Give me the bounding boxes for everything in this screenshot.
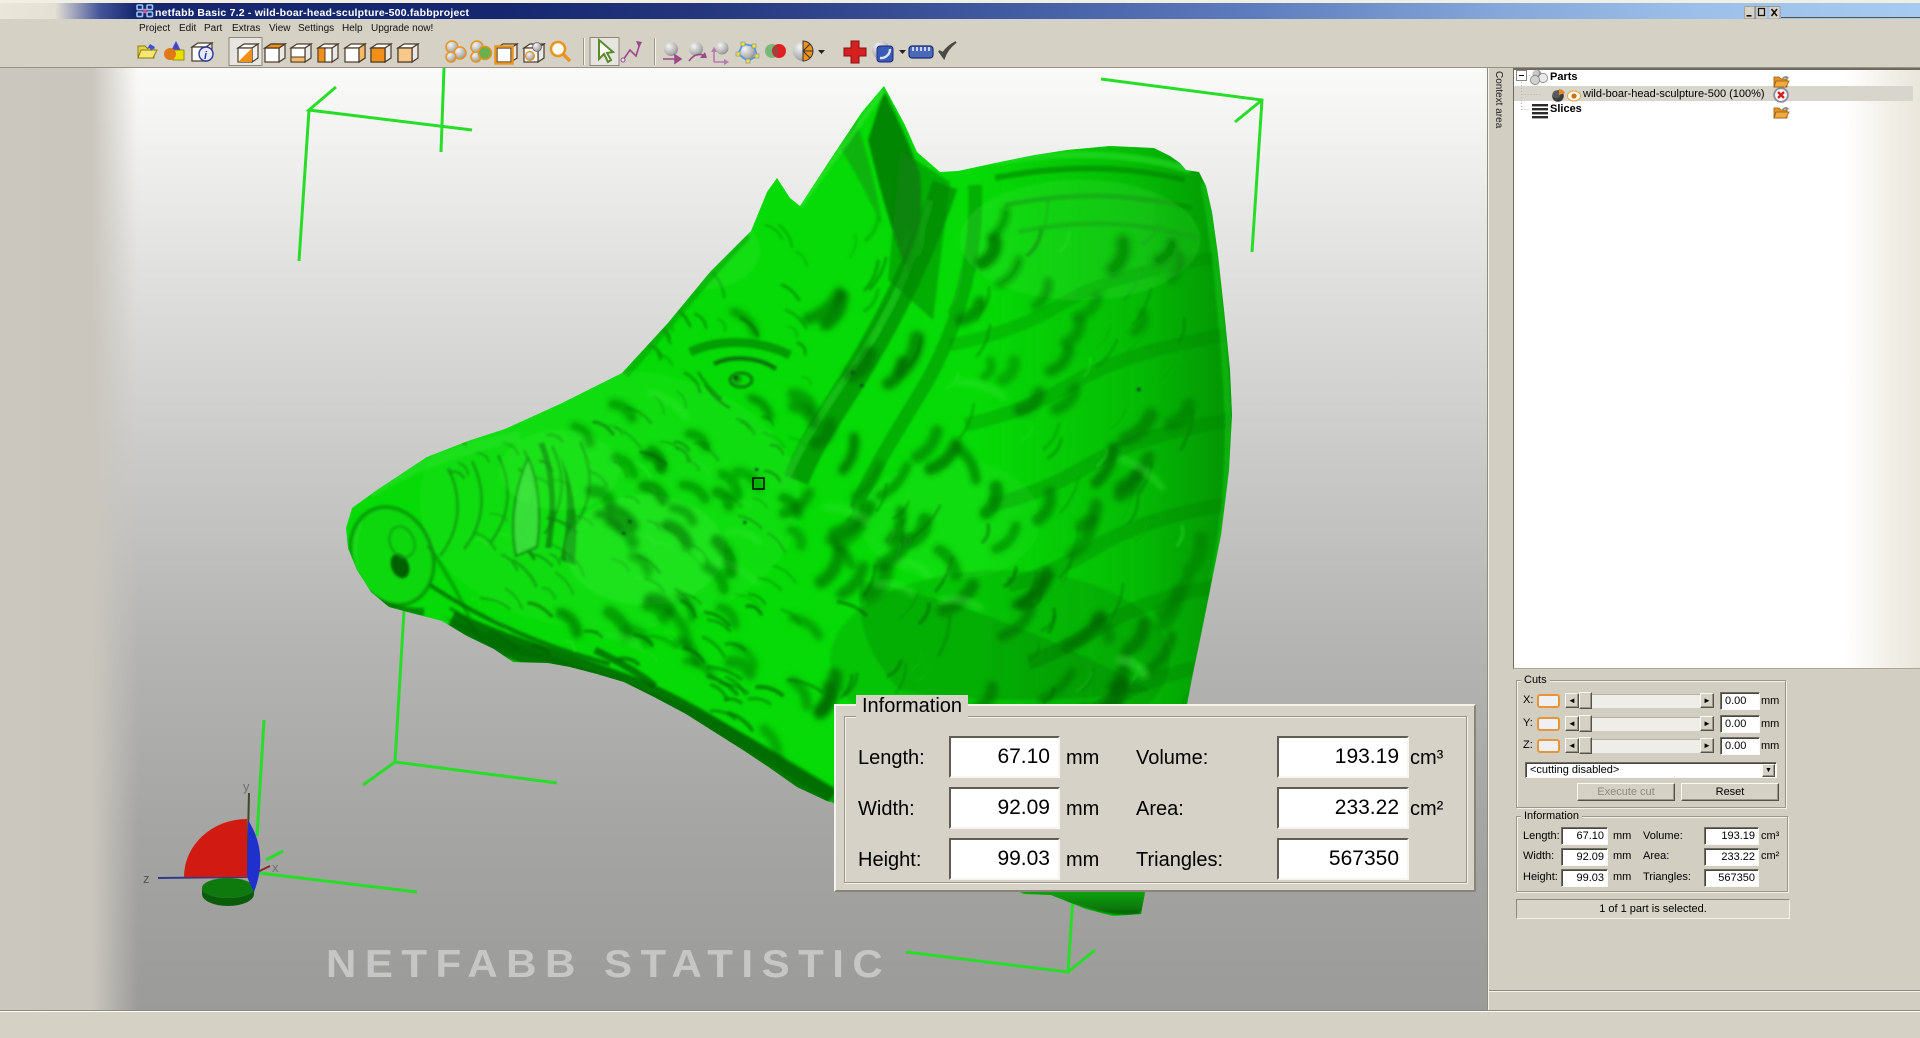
svg-text:z: z [143,871,150,886]
svg-text:y: y [243,779,250,794]
svg-text:x: x [272,860,279,875]
